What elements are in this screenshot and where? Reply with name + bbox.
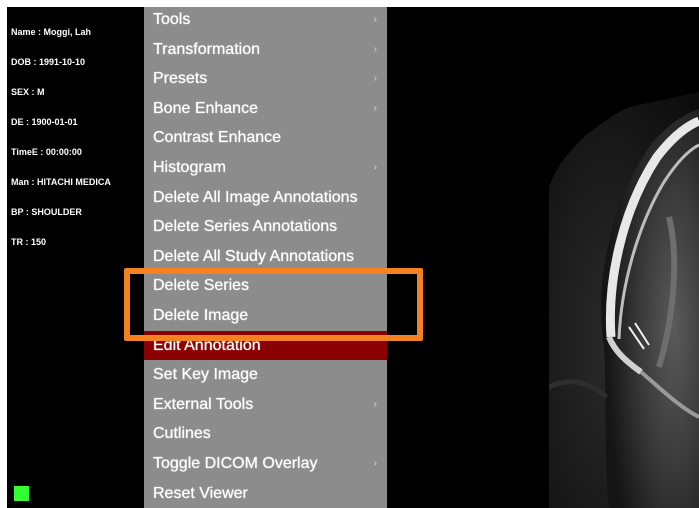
menu-item-tools[interactable]: Tools ›	[144, 7, 387, 34]
chevron-right-icon: ›	[373, 14, 377, 25]
overlay-time: TimeE : 00:00:00	[11, 147, 82, 157]
menu-item-bone-enhance[interactable]: Bone Enhance ›	[144, 94, 387, 123]
overlay-manufacturer: Man : HITACHI MEDICA	[11, 177, 111, 187]
menu-item-external-tools[interactable]: External Tools ›	[144, 390, 387, 419]
overlay-tr: TR : 150	[11, 237, 47, 247]
menu-item-label: Transformation	[153, 40, 260, 58]
menu-item-toggle-dicom-overlay[interactable]: Toggle DICOM Overlay ›	[144, 449, 387, 478]
chevron-right-icon: ›	[373, 458, 377, 469]
dicom-viewer[interactable]: Name : Moggi, Lah DOB : 1991-10-10 SEX :…	[7, 7, 699, 508]
chevron-right-icon: ›	[373, 102, 377, 114]
menu-item-cutlines[interactable]: Cutlines	[144, 419, 387, 448]
menu-item-set-key-image[interactable]: Set Key Image	[144, 360, 387, 389]
menu-item-label: Tools	[153, 11, 191, 28]
overlay-date: DE : 1900-01-01	[11, 117, 78, 127]
menu-item-label: Toggle DICOM Overlay	[153, 455, 318, 472]
status-indicator	[14, 486, 29, 501]
menu-item-label: Delete All Image Annotations	[153, 188, 358, 206]
chevron-right-icon: ›	[373, 73, 377, 85]
menu-item-presets[interactable]: Presets ›	[144, 64, 387, 93]
overlay-sex: SEX : M	[11, 87, 45, 97]
menu-item-label: External Tools	[153, 395, 254, 413]
menu-item-contrast-enhance[interactable]: Contrast Enhance	[144, 123, 387, 152]
chevron-right-icon: ›	[373, 162, 377, 173]
menu-item-label: Set Key Image	[153, 366, 258, 384]
menu-item-label: Contrast Enhance	[153, 129, 282, 147]
screenshot-frame: Name : Moggi, Lah DOB : 1991-10-10 SEX :…	[0, 0, 699, 508]
context-menu: Tools › Transformation › Presets › Bone Enhanc…	[144, 7, 387, 508]
menu-item-delete-series-annotations[interactable]: Delete Series Annotations	[144, 212, 387, 241]
menu-item-reset-viewer[interactable]: Reset Viewer	[144, 479, 387, 508]
menu-item-histogram[interactable]: Histogram ›	[144, 153, 387, 182]
menu-item-label: Delete Series Annotations	[153, 218, 338, 236]
menu-item-label: Cutlines	[153, 425, 211, 443]
overlay-dob: DOB : 1991-10-10	[11, 57, 86, 67]
menu-item-label: Reset Viewer	[153, 484, 248, 502]
chevron-right-icon: ›	[373, 398, 377, 410]
menu-item-label: Delete All Study Annotations	[153, 247, 355, 265]
overlay-patient-name: Name : Moggi, Lah	[11, 27, 92, 37]
chevron-right-icon: ›	[373, 43, 377, 55]
overlay-body-part: BP : SHOULDER	[11, 207, 82, 217]
menu-item-label: Histogram	[153, 159, 226, 176]
menu-item-label: Presets	[153, 70, 208, 88]
highlight-box-annotation	[124, 268, 423, 341]
mri-shoulder-image[interactable]	[549, 87, 699, 508]
menu-item-transformation[interactable]: Transformation ›	[144, 35, 387, 64]
dicom-overlay-info: Name : Moggi, Lah DOB : 1991-10-10 SEX :…	[11, 7, 111, 267]
menu-item-delete-all-study-annotations[interactable]: Delete All Study Annotations	[144, 242, 387, 271]
menu-item-label: Bone Enhance	[153, 99, 258, 117]
menu-item-delete-all-image-annotations[interactable]: Delete All Image Annotations	[144, 183, 387, 212]
